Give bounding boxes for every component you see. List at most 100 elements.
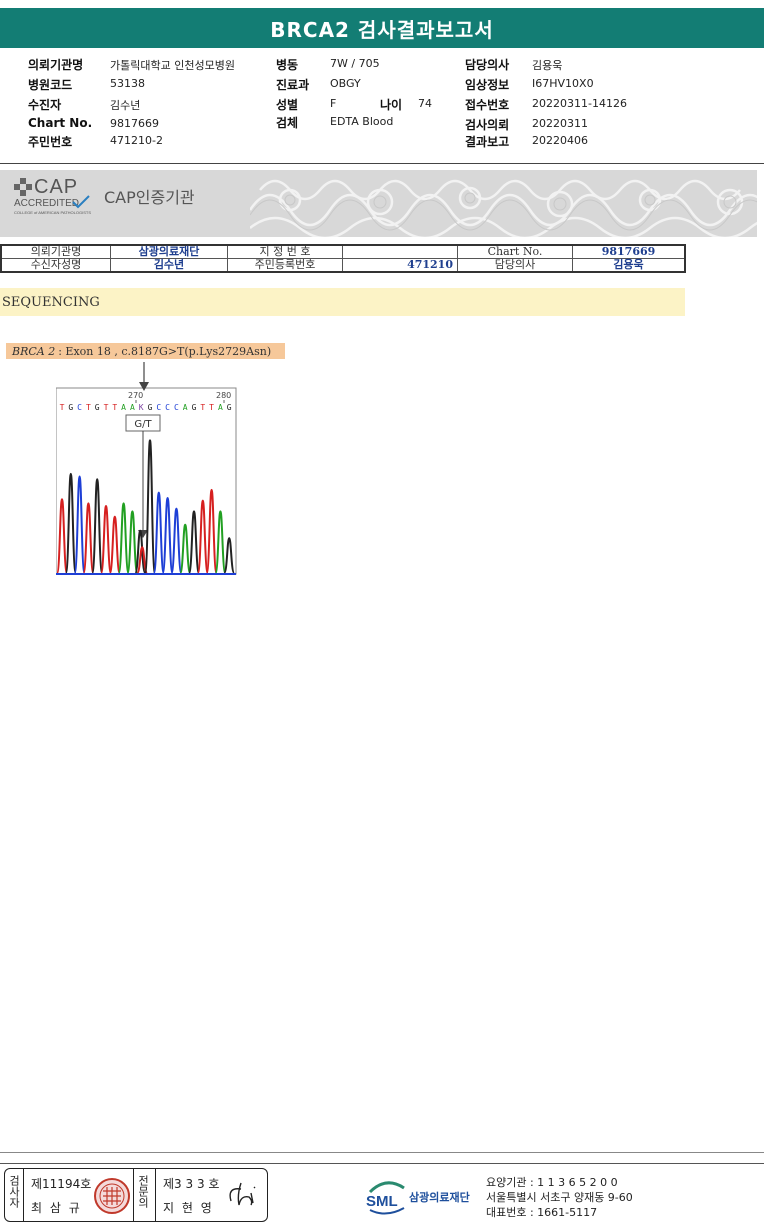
chromatogram-svg: 270 280 TGCTGTTAAKGCCCAGTTAG G/T (55, 362, 237, 575)
sml-logo-icon: SML (366, 1181, 405, 1215)
checkmark-icon (72, 195, 90, 209)
label-ward: 병동 (276, 58, 299, 72)
section-title: SEQUENCING (2, 294, 100, 310)
label-specimen: 검체 (276, 116, 299, 130)
signer2-name: 지 현 영 (163, 1201, 214, 1215)
label-patient: 수진자 (28, 98, 62, 112)
table-value-resident-no: 471210 (342, 258, 458, 273)
footer-divider-2 (0, 1163, 764, 1164)
mutation-detail: : Exon 18 , c.8187G>T(p.Lys2729Asn) (58, 344, 272, 358)
label-hospital-code: 병원코드 (28, 78, 73, 92)
label-receipt-number: 접수번호 (465, 98, 510, 112)
base-call: A (121, 403, 126, 412)
cap-logo-icon (14, 178, 32, 196)
label-clinical-info: 임상정보 (465, 78, 510, 92)
base-call: G (68, 403, 73, 412)
base-call: T (60, 403, 65, 412)
divider (155, 1169, 156, 1221)
base-call: C (156, 403, 161, 412)
footer-divider (0, 1152, 764, 1153)
signer1-name: 최 삼 규 (31, 1201, 82, 1215)
divider (133, 1169, 134, 1221)
base-call: K (139, 403, 144, 412)
value-resident-number: 471210-2 (110, 134, 163, 147)
org-info-line: 요양기관 : 1 1 3 6 5 2 0 0 (486, 1176, 618, 1189)
value-ward: 7W / 705 (330, 57, 380, 70)
chromatogram: 270 280 TGCTGTTAAKGCCCAGTTAG G/T (55, 360, 238, 576)
base-call: C (165, 403, 170, 412)
signer2-license: 제3 3 3 호 (163, 1177, 220, 1191)
call-label: G/T (134, 419, 152, 430)
table-row: 의뢰기관명 삼광의료재단 지 정 번 호 Chart No. 9817669 (0, 244, 686, 259)
value-department: OBGY (330, 77, 361, 90)
value-hospital-code: 53138 (110, 77, 145, 90)
header-divider (0, 163, 764, 164)
cap-certified-label: CAP인증기관 (104, 188, 195, 207)
label-report-date: 결과보고 (465, 135, 510, 149)
base-call: G (192, 403, 197, 412)
mutation-label: BRCA 2 : Exon 18 , c.8187G>T(p.Lys2729As… (6, 343, 285, 359)
table-label-institution: 의뢰기관명 (0, 244, 111, 259)
org-info: 요양기관 : 1 1 3 6 5 2 0 0 서울특별시 서초구 양재동 9-6… (486, 1175, 633, 1220)
label-resident-number: 주민번호 (28, 135, 73, 149)
signer1-role-text: 검사자 (7, 1175, 21, 1208)
value-referring-institution: 가톨릭대학교 인천성모병원 (110, 59, 235, 72)
base-call: A (130, 403, 135, 412)
table-row: 수신자성명 김수년 주민등록번호 471210 담당의사 김용욱 (0, 258, 686, 273)
label-sex: 성별 (276, 98, 299, 112)
base-call: A (218, 403, 223, 412)
table-label-physician: 담당의사 (457, 258, 573, 273)
value-age: 74 (418, 97, 432, 110)
cap-banner: CAP ACCREDITED COLLEGE of AMERICAN PATHO… (0, 170, 757, 237)
table-label-designation-no: 지 정 번 호 (227, 244, 343, 259)
table-value-chart-no: 9817669 (572, 244, 686, 259)
recipient-info-table: 의뢰기관명 삼광의료재단 지 정 번 호 Chart No. 9817669 수… (0, 244, 686, 273)
base-call: A (183, 403, 188, 412)
signer2-role-text: 전문의 (136, 1175, 150, 1208)
table-label-resident-no: 주민등록번호 (227, 258, 343, 273)
base-call: T (86, 403, 91, 412)
table-label-chart-no: Chart No. (457, 244, 573, 259)
base-call: T (200, 403, 205, 412)
base-call: T (104, 403, 109, 412)
decorative-pattern (250, 179, 757, 237)
signer2-role: 전문의 (136, 1175, 150, 1211)
table-value-designation-no (342, 244, 458, 259)
table-value-recipient: 김수년 (110, 258, 228, 273)
value-request-date: 20220311 (532, 117, 588, 130)
label-request-date: 검사의뢰 (465, 118, 510, 132)
divider (23, 1169, 24, 1221)
position-label-left: 270 (128, 391, 143, 400)
base-call: G (227, 403, 232, 412)
org-info-line: 대표번호 : 1661-5117 (486, 1206, 598, 1219)
value-patient: 김수년 (110, 99, 141, 112)
label-physician: 담당의사 (465, 58, 510, 72)
base-call: G (148, 403, 153, 412)
value-chart-no: 9817669 (110, 117, 159, 130)
base-call: G (95, 403, 100, 412)
cap-logo-sub: ACCREDITED (14, 198, 80, 209)
table-value-physician: 김용욱 (572, 258, 686, 273)
value-clinical-info: I67HV10X0 (532, 77, 594, 90)
label-age: 나이 (380, 98, 403, 112)
value-receipt-number: 20220311-14126 (532, 97, 627, 110)
mutation-gene: BRCA 2 (12, 344, 56, 358)
position-label-right: 280 (216, 391, 231, 400)
org-info-line: 서울특별시 서초구 양재동 9-60 (486, 1191, 633, 1204)
cap-logo-small: COLLEGE of AMERICAN PATHOLOGISTS (14, 210, 91, 215)
org-name: 삼광의료재단 (409, 1191, 470, 1204)
signer1-role: 검사자 (7, 1175, 21, 1211)
handwritten-signature (229, 1182, 256, 1206)
table-label-recipient: 수신자성명 (0, 258, 111, 273)
base-call: T (112, 403, 117, 412)
table-value-institution: 삼광의료재단 (110, 244, 228, 259)
report-title: BRCA2 검사결과보고서 (270, 17, 494, 42)
base-call: C (77, 403, 82, 412)
label-department: 진료과 (276, 78, 310, 92)
signer1-license: 제11194호 (31, 1177, 92, 1191)
value-sex: F (330, 97, 337, 110)
value-specimen: EDTA Blood (330, 115, 394, 128)
seal-stamp-icon (94, 1178, 130, 1214)
label-referring-institution: 의뢰기관명 (28, 58, 84, 72)
base-call: C (174, 403, 179, 412)
